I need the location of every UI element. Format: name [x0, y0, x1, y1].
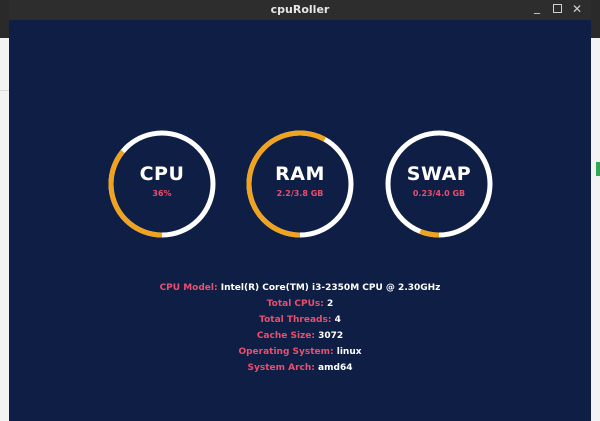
close-icon[interactable]: ✕: [569, 2, 585, 16]
ram-gauge-value: 2.2/3.8 GB: [276, 189, 324, 198]
info-row-total-threads: Total Threads: 4: [9, 312, 591, 328]
swap-gauge: SWAP 0.23/4.0 GB: [383, 128, 495, 240]
maximize-icon[interactable]: [549, 2, 565, 16]
info-key: System Arch:: [247, 363, 315, 373]
info-value: 4: [334, 315, 341, 325]
info-value: 2: [327, 299, 334, 309]
window-title: cpuRoller: [270, 3, 330, 16]
info-value: 3072: [318, 331, 344, 341]
system-info: CPU Model: Intel(R) Core(TM) i3-2350M CP…: [9, 280, 591, 376]
info-row-cache-size: Cache Size: 3072: [9, 328, 591, 344]
info-key: Total CPUs:: [266, 299, 324, 309]
info-row-cpu-model: CPU Model: Intel(R) Core(TM) i3-2350M CP…: [9, 280, 591, 296]
minimize-icon[interactable]: _: [529, 0, 545, 14]
cpuroller-window: cpuRoller _ ✕ CPU 36% RAM 2.2/3.8 GB SWA…: [9, 0, 591, 421]
info-value: Intel(R) Core(TM) i3-2350M CPU @ 2.30GHz: [220, 283, 441, 293]
background-divider: [0, 90, 9, 91]
ram-gauge: RAM 2.2/3.8 GB: [244, 128, 356, 240]
info-value: amd64: [318, 363, 353, 373]
cpu-gauge: CPU 36%: [106, 128, 218, 240]
ram-gauge-label: RAM: [275, 163, 325, 185]
info-key: Operating System:: [238, 347, 334, 357]
info-key: Total Threads:: [259, 315, 332, 325]
info-row-total-cpus: Total CPUs: 2: [9, 296, 591, 312]
info-key: CPU Model:: [159, 283, 218, 293]
background-app-accent: [596, 162, 600, 176]
title-bar[interactable]: cpuRoller _ ✕: [9, 0, 591, 20]
cpu-gauge-label: CPU: [139, 163, 185, 185]
cpu-gauge-value: 36%: [152, 189, 172, 198]
swap-gauge-value: 0.23/4.0 GB: [412, 189, 466, 198]
info-key: Cache Size:: [256, 331, 315, 341]
info-value: linux: [336, 347, 362, 357]
swap-gauge-label: SWAP: [406, 163, 472, 185]
info-row-system-arch: System Arch: amd64: [9, 360, 591, 376]
info-row-operating-system: Operating System: linux: [9, 344, 591, 360]
